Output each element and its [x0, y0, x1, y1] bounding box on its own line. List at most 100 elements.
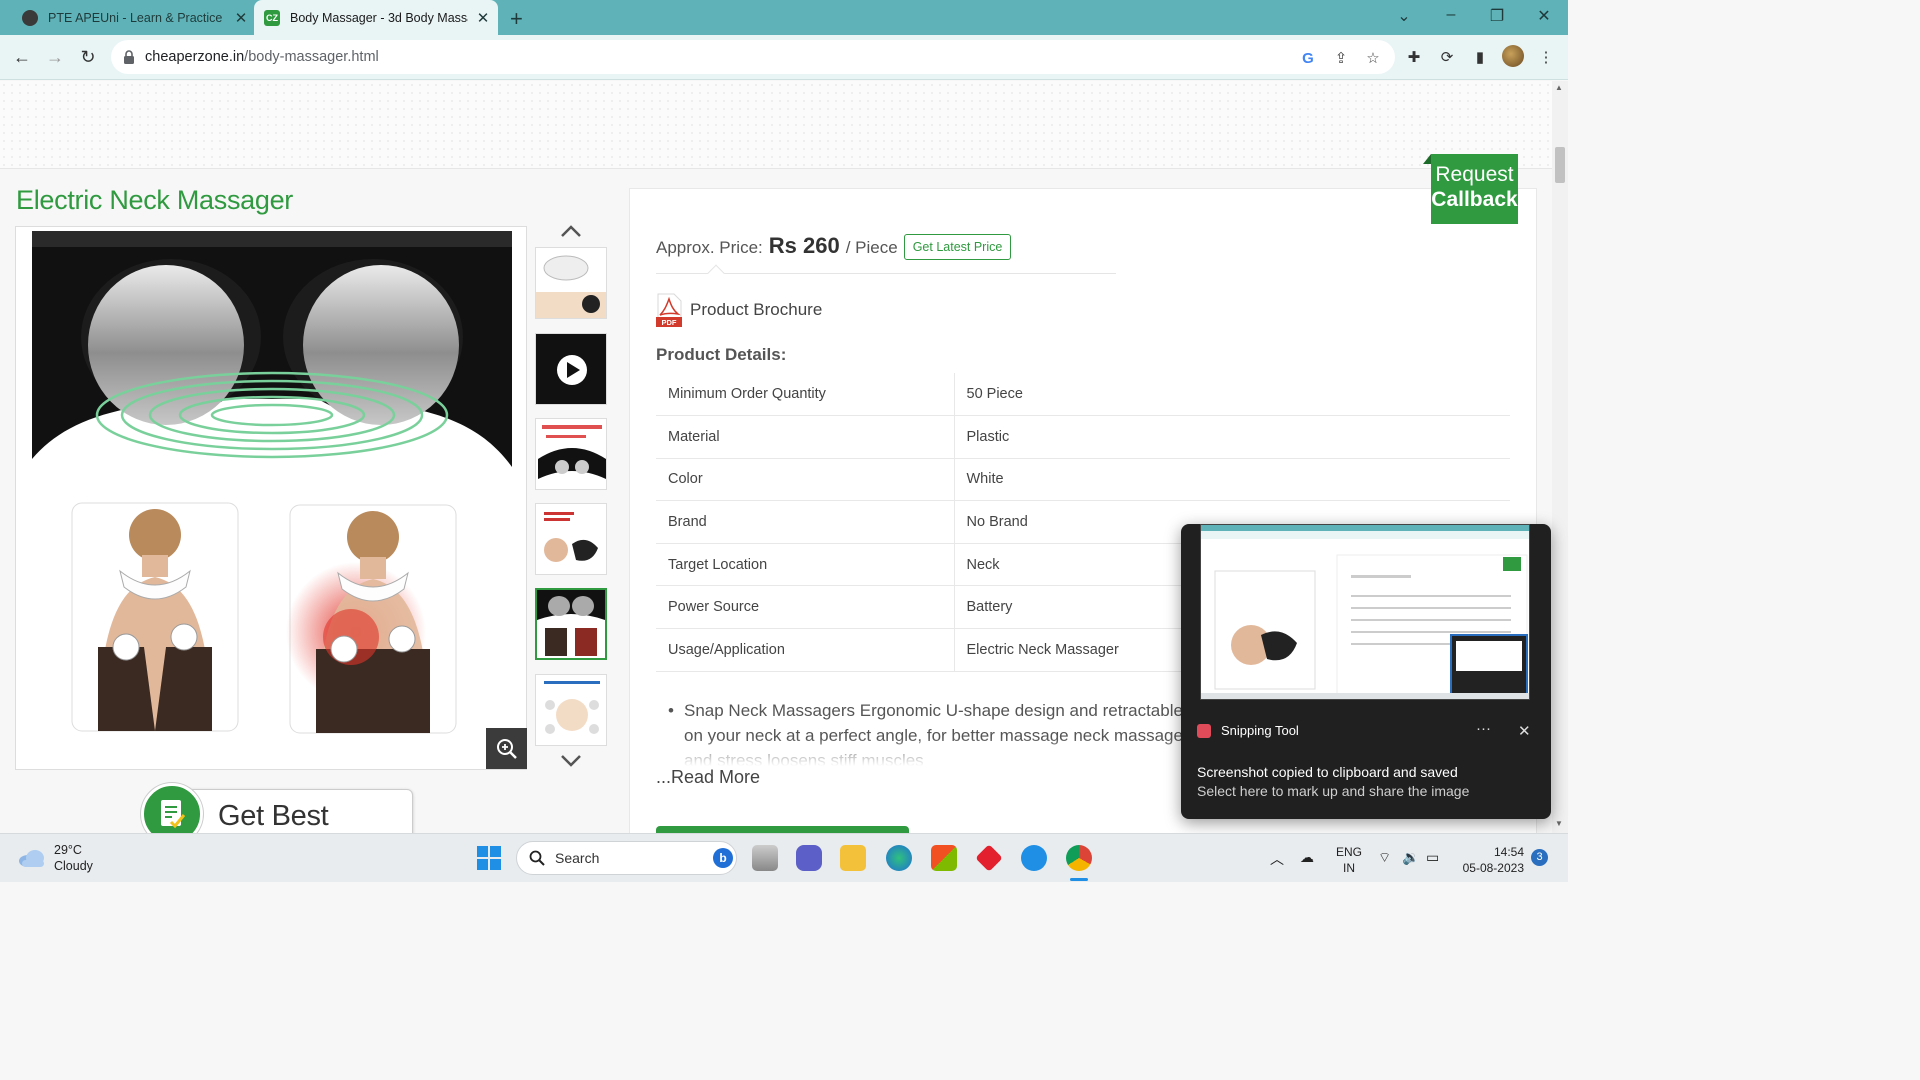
forward-arrow-icon[interactable]: → [44, 46, 66, 68]
zoom-button[interactable] [486, 728, 527, 769]
close-window-button[interactable]: ✕ [1532, 6, 1556, 26]
clock-time: 14:54 [1493, 845, 1524, 859]
minimize-button[interactable]: – [1439, 6, 1463, 24]
clock[interactable]: 14:54 05-08-2023 [1460, 844, 1524, 876]
snipping-tool-notification[interactable]: Snipping Tool ··· ✕ Screenshot copied to… [1181, 524, 1551, 819]
help-icon[interactable] [1021, 845, 1047, 871]
close-tab-icon[interactable]: ✕ [474, 9, 492, 27]
thumbnail-6[interactable] [535, 674, 607, 746]
table-row: Color White [656, 458, 1510, 502]
search-label: Search [555, 850, 600, 866]
thumbnail-video-2[interactable] [535, 333, 607, 405]
thumbnail-up-chevron-icon[interactable] [558, 222, 584, 240]
neck-massager-illustration [32, 231, 512, 734]
file-explorer-icon[interactable] [840, 845, 866, 871]
back-arrow-icon[interactable]: ← [11, 46, 33, 68]
spec-key: Minimum Order Quantity [656, 373, 955, 417]
windows-start-icon[interactable] [477, 846, 501, 870]
green-action-button[interactable] [656, 826, 909, 833]
tab-body-massager[interactable]: CZ Body Massager - 3d Body Massager ✕ [254, 0, 498, 35]
thumbnail-strip [534, 221, 608, 773]
extensions-icon[interactable]: ✚ [1404, 47, 1424, 67]
pdf-icon: PDF [656, 293, 682, 327]
windows-taskbar: 29°C Cloudy Search b ︿ ☁ ⌔ 🔉 ▭ ENG IN 14… [0, 833, 1568, 882]
spec-value: Plastic [954, 415, 1510, 459]
notification-badge[interactable]: 3 [1531, 849, 1548, 866]
thumbnail-4[interactable] [535, 503, 607, 575]
scroll-up-arrow-icon[interactable]: ▲ [1555, 83, 1563, 92]
volume-icon[interactable]: 🔉 [1402, 849, 1419, 866]
scroll-thumb[interactable] [1555, 147, 1565, 183]
bing-icon: b [713, 848, 733, 868]
profile-avatar[interactable] [1502, 45, 1524, 67]
reload-icon[interactable]: ↻ [77, 46, 99, 68]
region-code: IN [1343, 861, 1355, 875]
thumbnail-5-selected[interactable] [535, 588, 607, 660]
star-icon[interactable]: ☆ [1363, 48, 1383, 68]
table-row: Material Plastic [656, 415, 1510, 459]
chrome-browser-icon[interactable] [1066, 845, 1092, 871]
wifi-icon[interactable]: ⌔ [1378, 849, 1391, 867]
spec-value: White [954, 458, 1510, 502]
tab-strip: PTE APEUni - Learn & Practice PTE ✕ CZ B… [0, 0, 1568, 35]
edge-browser-icon[interactable] [886, 845, 912, 871]
quote-pill: Get Best Quote [171, 789, 413, 833]
tray-chevron-up-icon[interactable]: ︿ [1270, 849, 1284, 869]
toast-title: Screenshot copied to clipboard and saved [1197, 764, 1458, 780]
price-divider [656, 273, 1116, 274]
get-best-quote-button[interactable]: Get Best Quote [141, 783, 413, 833]
microsoft-store-icon[interactable] [931, 845, 957, 871]
toast-close-icon[interactable]: ✕ [1518, 722, 1531, 740]
spec-key: Usage/Application [656, 628, 955, 672]
url-text: cheaperzone.in/body-massager.html [145, 49, 379, 65]
taskbar-search-input[interactable]: Search b [516, 841, 737, 875]
price-row: Approx. Price: Rs 260 / Piece Get Latest… [656, 233, 1012, 262]
tab-search-chevron-icon[interactable]: ⌄ [1392, 6, 1416, 26]
google-icon[interactable]: G [1298, 48, 1318, 68]
toast-more-options-icon[interactable]: ··· [1476, 720, 1491, 737]
spec-key: Brand [656, 500, 955, 544]
snipping-tool-icon [1197, 723, 1211, 738]
anydesk-icon[interactable] [975, 844, 1003, 872]
product-brochure-link[interactable]: PDF Product Brochure [656, 293, 822, 327]
address-bar[interactable]: cheaperzone.in/body-massager.html G ⇪ ☆ [111, 40, 1395, 74]
tab-title: PTE APEUni - Learn & Practice PTE [48, 10, 226, 25]
thumbnail-down-chevron-icon[interactable] [558, 752, 584, 770]
page-scrollbar[interactable]: ▲ ▼ [1552, 81, 1568, 833]
onedrive-cloud-icon[interactable]: ☁ [1300, 849, 1314, 866]
active-app-indicator [1070, 878, 1088, 881]
weather-condition: Cloudy [54, 859, 93, 873]
language-indicator[interactable]: ENG IN [1336, 844, 1362, 876]
svg-text:PDF: PDF [662, 318, 677, 327]
sync-icon[interactable]: ⟳ [1437, 47, 1457, 67]
tab-title: Body Massager - 3d Body Massager [290, 10, 468, 25]
thumbnail-1[interactable] [535, 247, 607, 319]
spec-key: Target Location [656, 543, 955, 587]
new-tab-button[interactable]: + [510, 6, 523, 32]
tab-pte-apeuni[interactable]: PTE APEUni - Learn & Practice PTE ✕ [10, 0, 250, 35]
weather-widget[interactable]: 29°C Cloudy [18, 842, 93, 874]
main-product-image[interactable] [15, 226, 527, 770]
quote-button-label: Get Best Quote [218, 800, 329, 832]
scroll-down-arrow-icon[interactable]: ▼ [1555, 819, 1563, 828]
sidebar-icon[interactable]: ▮ [1470, 47, 1490, 67]
price-unit: / Piece [845, 238, 898, 257]
maximize-button[interactable]: ❐ [1485, 6, 1509, 26]
screenshot-preview[interactable] [1200, 524, 1530, 700]
menu-dots-icon[interactable]: ⋮ [1536, 47, 1556, 67]
request-callback-button[interactable]: Request Callback [1431, 154, 1518, 224]
task-view-icon[interactable] [752, 845, 778, 871]
apeuni-favicon-icon [22, 9, 38, 26]
table-row: Minimum Order Quantity 50 Piece [656, 373, 1510, 417]
share-icon[interactable]: ⇪ [1331, 48, 1351, 68]
close-tab-icon[interactable]: ✕ [232, 9, 250, 27]
spec-key: Color [656, 458, 955, 502]
get-latest-price-button[interactable]: Get Latest Price [903, 234, 1012, 260]
brochure-label: Product Brochure [690, 300, 823, 319]
battery-icon[interactable]: ▭ [1426, 849, 1439, 866]
spec-key: Material [656, 415, 955, 459]
thumbnail-3[interactable] [535, 418, 607, 490]
read-more-link[interactable]: ...Read More [656, 767, 760, 788]
teams-chat-icon[interactable] [796, 845, 822, 871]
price-divider-notch [707, 264, 725, 282]
